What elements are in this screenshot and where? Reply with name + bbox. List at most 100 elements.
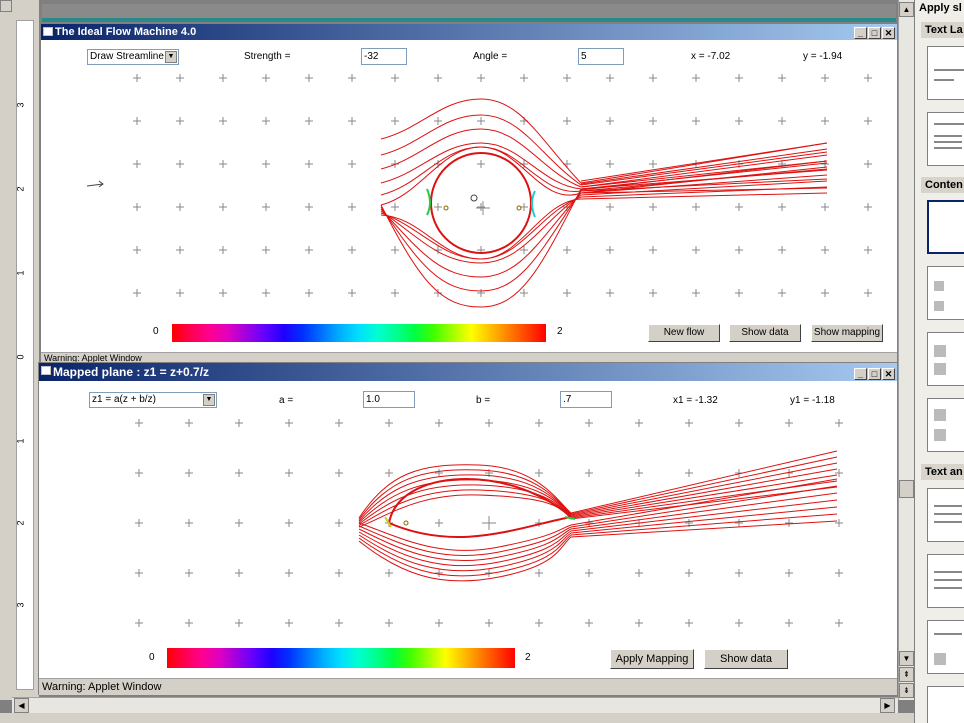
- grid-mark: [476, 201, 490, 215]
- grid-mark: [864, 160, 872, 168]
- scroll-up-button[interactable]: ▲: [899, 2, 914, 17]
- grid-mark: [606, 203, 614, 211]
- chevron-down-icon[interactable]: ▼: [203, 394, 215, 406]
- grid-mark: [735, 419, 743, 427]
- layout-thumbnail[interactable]: [927, 332, 964, 386]
- grid-mark: [835, 619, 843, 627]
- slide-top-band: [42, 4, 896, 18]
- grid-mark: [821, 246, 829, 254]
- b-label: b =: [476, 395, 491, 406]
- grid-mark: [176, 289, 184, 297]
- grid-mark: [735, 246, 743, 254]
- grid-mark: [133, 246, 141, 254]
- minimize-button[interactable]: _: [854, 368, 867, 380]
- scroll-left-button[interactable]: ◀: [14, 698, 29, 713]
- grid-mark: [391, 203, 399, 211]
- vertical-scrollbar[interactable]: ▲ ▼ ⇞ ⇟: [898, 0, 914, 700]
- a-input[interactable]: 1.0: [363, 391, 415, 408]
- grid-mark: [385, 619, 393, 627]
- grid-mark: [585, 619, 593, 627]
- angle-input[interactable]: 5: [578, 48, 624, 65]
- layout-thumbnail[interactable]: [927, 112, 964, 166]
- minimize-button[interactable]: _: [854, 27, 867, 39]
- layout-thumbnail[interactable]: [927, 266, 964, 320]
- status-bar: Warning: Applet Window: [39, 678, 897, 695]
- close-button[interactable]: ✕: [882, 27, 895, 39]
- grid-mark: [563, 246, 571, 254]
- mode-select[interactable]: Draw Streamline ▼: [87, 49, 179, 65]
- show-mapping-button[interactable]: Show mapping: [811, 324, 883, 342]
- layout-thumbnail[interactable]: [927, 686, 964, 723]
- grid-mark: [606, 289, 614, 297]
- grid-mark: [133, 289, 141, 297]
- previous-slide-button[interactable]: ⇞: [899, 667, 914, 682]
- grid-mark: [305, 74, 313, 82]
- grid-mark: [482, 516, 496, 530]
- grid-mark: [285, 419, 293, 427]
- status-bar: Warning: Applet Window: [41, 352, 897, 362]
- show-data-button[interactable]: Show data: [704, 649, 788, 669]
- grid-mark: [735, 619, 743, 627]
- grid-mark: [606, 117, 614, 125]
- grid-mark: [821, 117, 829, 125]
- layout-thumbnail[interactable]: [927, 488, 964, 542]
- mapping-select[interactable]: z1 = a(z + b/z) ▼: [89, 392, 217, 408]
- grid-mark: [864, 289, 872, 297]
- show-data-button[interactable]: Show data: [729, 324, 801, 342]
- grid-mark: [735, 519, 743, 527]
- grid-mark: [185, 469, 193, 477]
- cursor-marker: [470, 194, 478, 202]
- grid-mark: [835, 519, 843, 527]
- grid-mark: [563, 74, 571, 82]
- grid-mark: [262, 160, 270, 168]
- ruler-corner-button[interactable]: [0, 0, 12, 12]
- grid-mark: [385, 469, 393, 477]
- grid-mark: [649, 117, 657, 125]
- y1-readout: y1 = -1.18: [790, 395, 835, 406]
- angle-label: Angle =: [473, 51, 508, 62]
- ruler-label: 2: [15, 520, 26, 526]
- scrollbar-thumb[interactable]: [899, 480, 914, 498]
- grid-mark: [835, 469, 843, 477]
- layout-thumbnail[interactable]: [927, 620, 964, 674]
- grid-mark: [864, 74, 872, 82]
- grid-mark: [649, 289, 657, 297]
- grid-mark: [520, 289, 528, 297]
- grid-mark: [821, 289, 829, 297]
- mapped-plane-window: Mapped plane : z1 = z+0.7/z _ □ ✕ z1 = a(z…: [38, 362, 898, 695]
- layout-thumbnail[interactable]: [927, 46, 964, 100]
- taskpane-title: Apply sl: [919, 2, 962, 14]
- mapped-plot-canvas[interactable]: [39, 411, 897, 643]
- streamline: [380, 128, 828, 188]
- grid-mark: [785, 519, 793, 527]
- layout-thumbnail[interactable]: [927, 200, 964, 254]
- layout-thumbnail[interactable]: [927, 398, 964, 452]
- b-input[interactable]: .7: [560, 391, 612, 408]
- scroll-right-button[interactable]: ▶: [880, 698, 895, 713]
- mapped-window-titlebar[interactable]: Mapped plane : z1 = z+0.7/z _ □ ✕: [39, 363, 897, 381]
- grid-mark: [305, 160, 313, 168]
- maximize-button[interactable]: □: [868, 27, 881, 39]
- grid-mark: [635, 469, 643, 477]
- layout-thumbnail[interactable]: [927, 554, 964, 608]
- new-flow-button[interactable]: New flow: [648, 324, 720, 342]
- scroll-down-button[interactable]: ▼: [899, 651, 914, 666]
- close-button[interactable]: ✕: [882, 368, 895, 380]
- grid-mark: [262, 246, 270, 254]
- grid-mark: [864, 117, 872, 125]
- grid-mark: [520, 74, 528, 82]
- vertical-ruler: 3 2 1 0 1 2 3: [0, 0, 40, 700]
- apply-mapping-button[interactable]: Apply Mapping: [610, 649, 694, 669]
- maximize-button[interactable]: □: [868, 368, 881, 380]
- flow-window-titlebar[interactable]: The Ideal Flow Machine 4.0 _ □ ✕: [41, 24, 897, 40]
- horizontal-scrollbar[interactable]: ◀ ▶: [12, 697, 898, 713]
- chevron-down-icon[interactable]: ▼: [165, 51, 177, 63]
- speed-colorbar: [167, 648, 515, 668]
- flow-plot-canvas[interactable]: [41, 66, 897, 321]
- ruler-label: 3: [15, 602, 26, 608]
- ruler-label: 3: [15, 102, 26, 108]
- strength-input[interactable]: -32: [361, 48, 407, 65]
- next-slide-button[interactable]: ⇟: [899, 683, 914, 698]
- grid-mark: [176, 117, 184, 125]
- grid-mark: [477, 74, 485, 82]
